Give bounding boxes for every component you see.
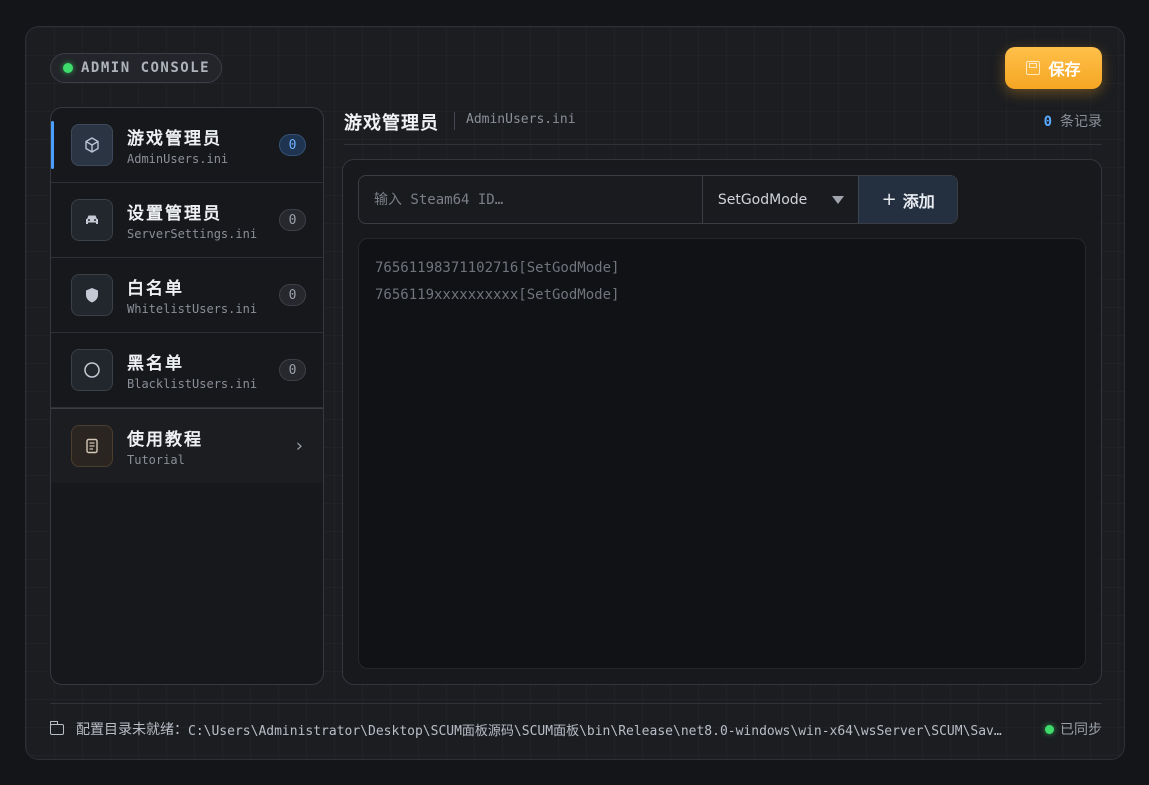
- permission-select-value: SetGodMode: [717, 191, 808, 208]
- add-label: 添加: [902, 191, 935, 211]
- sidebar-item-file: Tutorial: [127, 453, 185, 467]
- folder-icon: [50, 720, 64, 735]
- count-badge: 0: [279, 134, 306, 156]
- steam-id-input[interactable]: [359, 176, 702, 223]
- save-icon: [1026, 61, 1041, 75]
- sidebar-item-game-admin[interactable]: 游戏管理员 AdminUsers.ini 0: [51, 108, 323, 183]
- sync-dot: [1045, 724, 1054, 734]
- sync-status-label: 已同步: [1060, 722, 1102, 738]
- app-window: ADMIN CONSOLE 保存 游戏管理员 AdminUsers.ini 0 …: [25, 26, 1125, 760]
- chevron-right-icon: ›: [295, 435, 303, 457]
- sidebar-item-title: 白名单: [127, 279, 184, 299]
- editor-line: 76561198371102716[SetGodMode]: [375, 260, 620, 276]
- count-badge: 0: [279, 359, 306, 381]
- sidebar-item-file: BlacklistUsers.ini: [127, 377, 258, 391]
- document-icon: [71, 425, 113, 467]
- status-bar: 配置目录未就绪： C:\Users\Administrator\Desktop\…: [50, 717, 1102, 741]
- sidebar-item-file: ServerSettings.ini: [127, 227, 258, 241]
- main-header: 游戏管理员 AdminUsers.ini 0 条记录: [344, 107, 1102, 145]
- editor-line: 7656119xxxxxxxxxx[SetGodMode]: [375, 287, 620, 303]
- caret-down-icon: [832, 196, 845, 204]
- save-label: 保存: [1048, 60, 1081, 79]
- save-button[interactable]: 保存: [1005, 47, 1102, 89]
- sidebar-item-tutorial[interactable]: 使用教程 Tutorial ›: [51, 408, 323, 483]
- config-path-value: C:\Users\Administrator\Desktop\SCUM面板源码\…: [188, 723, 1004, 739]
- count-badge: 0: [279, 284, 306, 306]
- config-path-label: 配置目录未就绪：: [76, 722, 188, 738]
- console-label: ADMIN CONSOLE: [81, 60, 211, 76]
- record-count-value: 0: [1043, 114, 1052, 130]
- page-file-name: AdminUsers.ini: [466, 112, 576, 127]
- sidebar-item-file: WhitelistUsers.ini: [127, 302, 258, 316]
- sidebar-item-blacklist[interactable]: 黑名单 BlacklistUsers.ini 0: [51, 333, 323, 408]
- permission-select[interactable]: SetGodMode: [701, 176, 859, 223]
- status-dot: [63, 63, 73, 73]
- sidebar-item-title: 设置管理员: [127, 204, 222, 224]
- sidebar-item-file: AdminUsers.ini: [127, 152, 229, 166]
- sidebar: 游戏管理员 AdminUsers.ini 0 设置管理员 ServerSetti…: [50, 107, 324, 685]
- sync-status: 已同步: [1045, 719, 1102, 739]
- add-entry-row: SetGodMode + 添加: [358, 175, 958, 224]
- add-button[interactable]: + 添加: [858, 176, 957, 223]
- count-badge: 0: [279, 209, 306, 231]
- shield-icon: [71, 274, 113, 316]
- editor-panel: SetGodMode + 添加 76561198371102716[SetGod…: [342, 159, 1102, 685]
- sidebar-item-title: 使用教程: [127, 430, 203, 450]
- sidebar-item-title: 游戏管理员: [127, 129, 222, 149]
- record-count-label: 条记录: [1060, 114, 1102, 130]
- sidebar-item-title: 黑名单: [127, 354, 184, 374]
- car-icon: [71, 199, 113, 241]
- sidebar-item-whitelist[interactable]: 白名单 WhitelistUsers.ini 0: [51, 258, 323, 333]
- admin-console-badge: ADMIN CONSOLE: [50, 53, 222, 83]
- config-text-editor[interactable]: 76561198371102716[SetGodMode] 7656119xxx…: [358, 238, 1086, 669]
- footer-divider: [50, 703, 1102, 704]
- sidebar-item-settings-admin[interactable]: 设置管理员 ServerSettings.ini 0: [51, 183, 323, 258]
- cube-icon: [71, 124, 113, 166]
- page-title: 游戏管理员: [344, 113, 439, 134]
- record-count: 0 条记录: [1044, 111, 1102, 131]
- title-divider: [454, 112, 455, 130]
- plus-icon: +: [881, 189, 897, 210]
- circle-icon: [71, 349, 113, 391]
